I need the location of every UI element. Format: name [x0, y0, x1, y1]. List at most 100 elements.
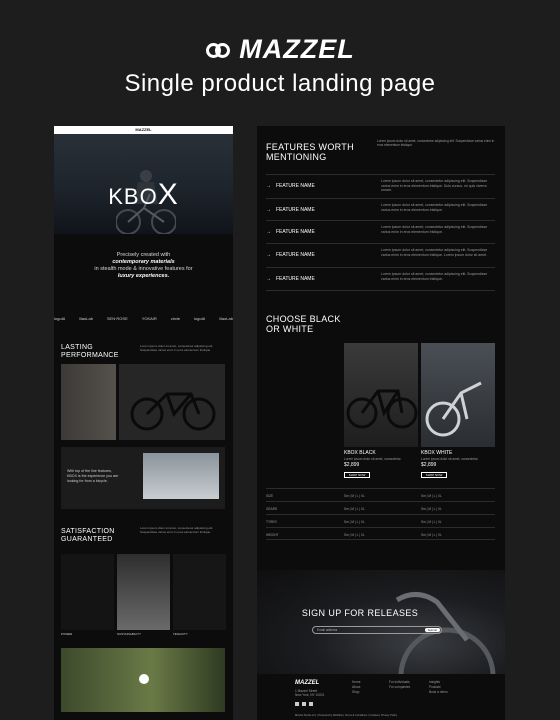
feature-name: FEATURE NAME: [276, 276, 315, 282]
feature-desc: Lorem ipsum dolor sit amet, consectetur …: [381, 225, 488, 234]
product-name: KBOX BLACK: [344, 450, 376, 456]
email-input[interactable]: Email address: [317, 628, 337, 632]
caption-sustainability: SUSTAINABILITY: [117, 632, 141, 636]
feature-name: FEATURE NAME: [276, 252, 315, 258]
caption-tenacity: TENACITY: [173, 632, 188, 636]
arrow-right-icon: →: [266, 252, 271, 258]
feature-desc: Lorem ipsum dolor sit amet, consectetur …: [381, 272, 488, 281]
rider-photo: [143, 453, 219, 499]
caption-power: POWER: [61, 632, 73, 636]
quote-block: With top of the line features, KBOX is t…: [61, 447, 225, 509]
feature-row: → FEATURE NAME Lorem ipsum dolor sit ame…: [266, 220, 495, 242]
intro-text: Precisely created with contemporary mate…: [54, 234, 233, 307]
spec-row: TYRES Sm | M | L | XL Sm | M | L | XL: [266, 514, 495, 527]
shop-now-button[interactable]: SHOP NOW: [344, 472, 370, 478]
twitter-icon[interactable]: [295, 702, 299, 706]
partner-logo: logoAI: [54, 316, 66, 321]
sustainability-photo: [117, 554, 170, 630]
signup-heading: SIGN UP FOR RELEASES: [301, 608, 419, 618]
feature-name: FEATURE NAME: [276, 229, 315, 235]
footer-copyright: Mazzel Studio Ltd. | Powered by Webflow …: [295, 714, 398, 717]
spec-row: SIZE Sm | M | L | XL Sm | M | L | XL: [266, 488, 495, 501]
footer-link[interactable]: Book a demo: [429, 690, 448, 695]
arrow-right-icon: →: [266, 276, 271, 282]
partner-logo: logoAI: [194, 316, 206, 321]
brand-header: MAZZEL: [0, 34, 560, 65]
signup-section: SIGN UP FOR RELEASES Email address Submi…: [257, 570, 505, 674]
features-heading: FEATURES WORTH MENTIONING: [266, 142, 354, 162]
tenacity-photo: [173, 554, 226, 630]
product-name: KBOX WHITE: [421, 450, 453, 456]
footer: MAZZEL 1 Mazzel Street New York, NY 1000…: [257, 674, 505, 720]
quote-text: With top of the line features, KBOX is t…: [67, 469, 119, 483]
partner-logo: ǁlaoLab: [219, 316, 233, 321]
intro-line: Precisely created with: [116, 252, 171, 258]
facebook-icon[interactable]: [302, 702, 306, 706]
footer-column-3: Insights Podcast Book a demo: [429, 680, 448, 695]
partner-logo: YOKAIR: [141, 316, 157, 321]
cyclist-photo: [61, 364, 116, 440]
partner-logos: logoAI ǁlaoLab SEN·ROSE YOKAIR circle lo…: [54, 316, 233, 321]
product-copy: Lorem ipsum dolor sit amet, consectetur.: [421, 457, 479, 461]
intro-line-emphasis: contemporary materials: [112, 259, 175, 265]
product-price: $2,899: [344, 462, 360, 468]
spec-row: WEIGHT Sm | M | L | XL Sm | M | L | XL: [266, 527, 495, 540]
lasting-copy: Lorem ipsum dolor sit amet, consectetur …: [140, 344, 214, 352]
left-page-preview: MAZZEL KBOX Precisely created with conte…: [54, 126, 233, 720]
features-intro: Lorem ipsum dolor sit amet, consectetur …: [377, 139, 495, 148]
power-photo: [61, 554, 114, 630]
kbox-black-photo: [344, 343, 418, 447]
product-price: $2,899: [421, 462, 437, 468]
footer-column-1: Home About Shop: [352, 680, 361, 695]
hero-title-accent: X: [157, 178, 179, 211]
footer-logo: MAZZEL: [295, 680, 320, 686]
shop-now-button[interactable]: SHOP NOW: [421, 472, 447, 478]
linkedin-icon[interactable]: [309, 702, 313, 706]
white-bike-icon: [425, 381, 482, 437]
feature-name: FEATURE NAME: [276, 207, 315, 213]
product-copy: Lorem ipsum dolor sit amet, consectetur.: [344, 457, 402, 461]
submit-button[interactable]: Submit: [424, 628, 440, 632]
signup-form: Email address Submit: [312, 626, 442, 634]
social-icons: [295, 702, 313, 706]
kbox-white-photo: [421, 343, 495, 447]
hero-section: KBOX: [54, 134, 233, 234]
bike-photo: [119, 364, 225, 440]
arrow-right-icon: →: [266, 183, 271, 189]
feature-row: → FEATURE NAME Lorem ipsum dolor sit ame…: [266, 267, 495, 291]
feature-name: FEATURE NAME: [276, 183, 315, 189]
preview-topbar: MAZZEL: [54, 126, 233, 134]
black-bike-icon: [346, 389, 418, 429]
lasting-heading: LASTING PERFORMANCE: [61, 344, 119, 359]
satisfaction-copy: Lorem ipsum dolor sit amet, consectetur …: [140, 526, 214, 534]
feature-desc: Lorem ipsum dolor sit amet, consectetur …: [381, 203, 488, 212]
feature-desc: Lorem ipsum dolor sit amet, consectetur …: [381, 248, 488, 257]
right-page-preview: FEATURES WORTH MENTIONING Lorem ipsum do…: [257, 126, 505, 720]
spec-row: GEARS Sm | M | L | XL Sm | M | L | XL: [266, 501, 495, 514]
hero-title-main: KBO: [108, 184, 158, 209]
feature-row: → FEATURE NAME Lorem ipsum dolor sit ame…: [266, 198, 495, 220]
brand-logo-icon: [205, 39, 233, 61]
feature-row: → FEATURE NAME Lorem ipsum dolor sit ame…: [266, 243, 495, 265]
choose-heading: CHOOSE BLACK OR WHITE: [266, 314, 341, 334]
feature-row: → FEATURE NAME Lorem ipsum dolor sit ame…: [266, 174, 495, 196]
footer-address: 1 Mazzel Street New York, NY 10001: [295, 689, 325, 697]
outdoor-photo: [61, 648, 225, 712]
partner-logo: circle: [170, 316, 181, 321]
partner-logo: SEN·ROSE: [106, 316, 128, 321]
intro-line-emphasis: luxury experiences.: [117, 273, 170, 279]
footer-column-2: For individuals For companies: [389, 680, 410, 690]
arrow-right-icon: →: [266, 207, 271, 213]
satisfaction-heading: SATISFACTION GUARANTEED: [61, 528, 115, 543]
lasting-performance-section: LASTING PERFORMANCE Lorem ipsum dolor si…: [54, 334, 233, 440]
hero-title: KBOX: [54, 178, 233, 212]
bike-silhouette-icon: [130, 392, 216, 431]
page-subtitle: Single product landing page: [124, 70, 436, 97]
play-icon[interactable]: [139, 674, 149, 684]
footer-link[interactable]: For companies: [389, 685, 410, 690]
partner-logo: ǁlaoLab: [79, 316, 93, 321]
feature-desc: Lorem ipsum dolor sit amet, consectetur …: [381, 179, 488, 193]
intro-line: in stealth mode & innovative features fo…: [94, 266, 193, 272]
brand-name: MAZZEL: [239, 34, 355, 64]
footer-link[interactable]: Shop: [352, 690, 361, 695]
